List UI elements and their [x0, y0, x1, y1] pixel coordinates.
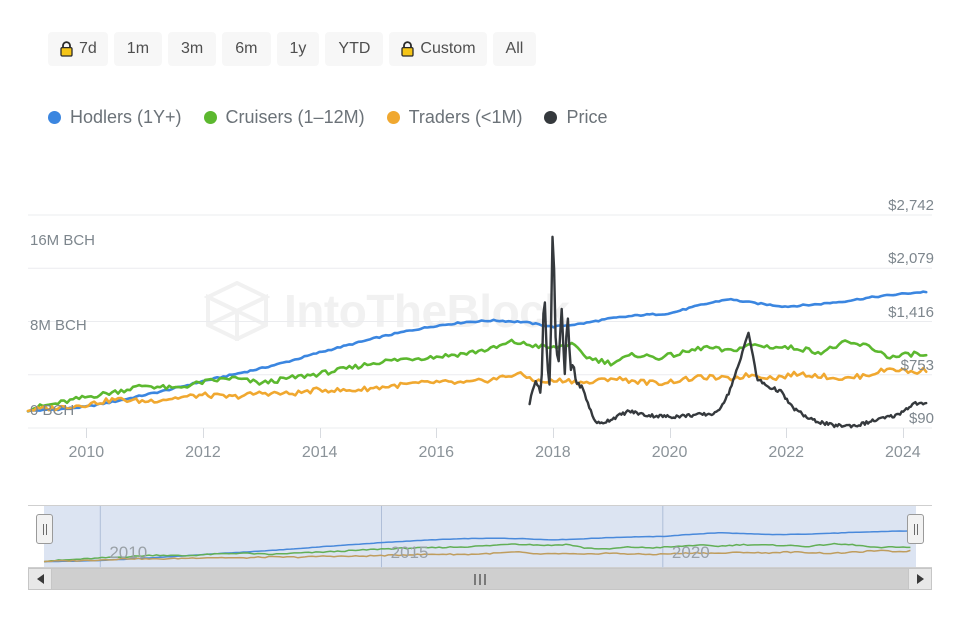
- navigator-right-handle[interactable]: [907, 514, 924, 544]
- x-tick-mark: [203, 428, 204, 438]
- arrow-left-icon: [37, 574, 44, 584]
- range-button-3m[interactable]: 3m: [168, 32, 216, 66]
- legend-label: Traders (<1M): [409, 107, 523, 128]
- x-axis-tick: 2014: [302, 444, 338, 462]
- legend-item-cruisers[interactable]: Cruisers (1–12M): [204, 107, 365, 128]
- main-chart: IntoTheBlock 0 BCH8M BCH16M BCH $90$753$…: [0, 190, 960, 440]
- x-tick-mark: [670, 428, 671, 438]
- y-right-tick: $2,742: [888, 197, 934, 214]
- legend-color-dot: [387, 111, 400, 124]
- range-button-all[interactable]: All: [493, 32, 537, 66]
- scrollbar-thumb[interactable]: [52, 568, 908, 590]
- range-button-label: 1y: [290, 41, 307, 57]
- navigator-scrollbar[interactable]: [28, 568, 932, 590]
- range-button-1y[interactable]: 1y: [277, 32, 320, 66]
- lock-icon: [59, 41, 74, 57]
- x-tick-mark: [786, 428, 787, 438]
- range-button-ytd[interactable]: YTD: [325, 32, 383, 66]
- legend-item-hodlers[interactable]: Hodlers (1Y+): [48, 107, 182, 128]
- navigator-x-label: 2020: [672, 543, 710, 563]
- chart-plot-area[interactable]: [28, 215, 932, 428]
- x-axis-tick: 2012: [185, 444, 221, 462]
- chart-legend: Hodlers (1Y+) Cruisers (1–12M) Traders (<1…: [48, 107, 607, 128]
- scroll-right-button[interactable]: [908, 568, 932, 590]
- scroll-left-button[interactable]: [28, 568, 52, 590]
- navigator-x-label: 2010: [109, 543, 147, 563]
- range-button-6m[interactable]: 6m: [222, 32, 270, 66]
- lock-icon: [400, 41, 415, 57]
- range-button-label: 1m: [127, 41, 149, 57]
- range-button-7d[interactable]: 7d: [48, 32, 108, 66]
- range-navigator[interactable]: 2010 2015 2020: [28, 505, 932, 568]
- range-button-label: 7d: [79, 41, 97, 57]
- navigator-x-label: 2015: [391, 543, 429, 563]
- legend-color-dot: [544, 111, 557, 124]
- x-axis-tick: 2010: [69, 444, 105, 462]
- navigator-left-handle[interactable]: [36, 514, 53, 544]
- lock-icon: [59, 41, 74, 57]
- x-axis-tick: 2024: [885, 444, 921, 462]
- x-tick-mark: [86, 428, 87, 438]
- x-axis-tick: 2020: [652, 444, 688, 462]
- legend-color-dot: [204, 111, 217, 124]
- range-button-label: YTD: [338, 41, 370, 57]
- legend-label: Hodlers (1Y+): [70, 107, 182, 128]
- x-axis-tick: 2016: [418, 444, 454, 462]
- chart-widget: 7d 1m 3m 6m 1y YTD Custom All Hodlers (1Y+) Crui…: [0, 0, 960, 640]
- legend-label: Price: [566, 107, 607, 128]
- x-tick-mark: [553, 428, 554, 438]
- range-selector-toolbar: 7d 1m 3m 6m 1y YTD Custom All: [48, 32, 536, 66]
- legend-label: Cruisers (1–12M): [226, 107, 365, 128]
- x-axis-tick: 2018: [535, 444, 571, 462]
- arrow-right-icon: [917, 574, 924, 584]
- legend-item-traders[interactable]: Traders (<1M): [387, 107, 523, 128]
- range-button-label: 6m: [235, 41, 257, 57]
- range-button-label: All: [506, 41, 524, 57]
- range-button-label: Custom: [420, 41, 475, 57]
- range-button-1m[interactable]: 1m: [114, 32, 162, 66]
- x-tick-mark: [436, 428, 437, 438]
- legend-color-dot: [48, 111, 61, 124]
- x-axis-tick: 2022: [768, 444, 804, 462]
- range-button-label: 3m: [181, 41, 203, 57]
- x-tick-mark: [320, 428, 321, 438]
- lock-icon: [400, 41, 415, 57]
- range-button-custom[interactable]: Custom: [389, 32, 486, 66]
- legend-item-price[interactable]: Price: [544, 107, 607, 128]
- x-axis: 2010 2012 2014 2016 2018 2020 2022 2024: [0, 440, 960, 480]
- x-tick-mark: [903, 428, 904, 438]
- navigator-selection-mask[interactable]: [44, 506, 916, 567]
